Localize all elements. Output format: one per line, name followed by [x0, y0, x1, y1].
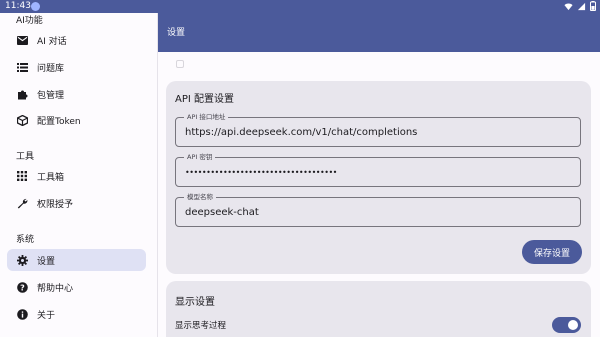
display-settings-card: 显示设置 显示思考过程 — [166, 281, 591, 337]
save-settings-button[interactable]: 保存设置 — [522, 240, 582, 264]
nav-item-question-bank[interactable]: 问题库 — [7, 56, 146, 78]
status-time: 11:43 — [5, 1, 31, 11]
puzzle-icon — [16, 88, 28, 100]
wifi-icon — [564, 3, 573, 10]
help-icon: ? — [16, 281, 28, 293]
nav-item-label: 工具箱 — [37, 172, 65, 183]
nav-item-about[interactable]: 关于 — [7, 303, 146, 325]
grid-icon — [16, 170, 28, 182]
nav-item-label: 权限授予 — [37, 199, 74, 210]
toggle-knob — [568, 320, 578, 330]
notification-icon — [31, 2, 40, 11]
cube-icon — [16, 114, 28, 126]
nav-item-label: 包管理 — [37, 90, 65, 101]
show-thinking-label: 显示思考过程 — [175, 321, 227, 331]
navigation-drawer: AI功能 AI 对话 问题库 包管理 配置Token 工具 工具箱 权限授予 系… — [0, 0, 158, 337]
nav-item-label: AI 对话 — [37, 36, 67, 47]
nav-item-label: 帮助中心 — [37, 283, 74, 294]
nav-item-label: 设置 — [37, 256, 56, 267]
section-title-system: 系统 — [16, 235, 35, 245]
info-icon — [16, 308, 28, 320]
api-key-label: API 密钥 — [184, 153, 216, 162]
list-icon — [16, 61, 28, 73]
nav-item-label: 关于 — [37, 310, 56, 321]
nav-item-settings[interactable]: 设置 — [7, 249, 146, 271]
status-icons — [564, 1, 596, 11]
wrench-icon — [16, 197, 28, 209]
nav-item-permissions[interactable]: 权限授予 — [7, 192, 146, 214]
model-name-value: deepseek-chat — [185, 207, 259, 218]
placeholder-box — [176, 60, 184, 68]
mail-icon — [16, 34, 28, 46]
section-title-tools: 工具 — [16, 152, 35, 162]
nav-item-label: 配置Token — [37, 116, 81, 127]
svg-text:?: ? — [20, 283, 25, 292]
nav-item-ai-chat[interactable]: AI 对话 — [7, 29, 146, 51]
display-card-title: 显示设置 — [175, 297, 215, 308]
nav-item-package-manager[interactable]: 包管理 — [7, 83, 146, 105]
nav-item-label: 问题库 — [37, 63, 65, 74]
api-key-value: •••••••••••••••••••••••••••••••••••• — [185, 168, 337, 177]
model-name-label: 模型名称 — [184, 193, 216, 202]
api-url-value: https://api.deepseek.com/v1/chat/complet… — [185, 127, 418, 138]
nav-item-toolbox[interactable]: 工具箱 — [7, 165, 146, 187]
api-url-label: API 接口地址 — [184, 113, 229, 122]
battery-icon — [590, 1, 596, 11]
nav-item-help-center[interactable]: ? 帮助中心 — [7, 276, 146, 298]
show-thinking-toggle[interactable] — [552, 317, 581, 333]
status-bar: 11:43 — [0, 0, 600, 13]
section-title-ai: AI功能 — [16, 16, 43, 26]
top-app-bar: 设置 — [158, 13, 600, 52]
api-card-title: API 配置设置 — [175, 94, 234, 105]
model-name-field[interactable]: 模型名称 deepseek-chat — [175, 193, 581, 227]
nav-item-config-token[interactable]: 配置Token — [7, 109, 146, 131]
settings-content: API 配置设置 API 接口地址 https://api.deepseek.c… — [158, 52, 600, 337]
gear-icon — [16, 254, 28, 266]
page-title: 设置 — [167, 28, 186, 38]
api-key-field[interactable]: API 密钥 •••••••••••••••••••••••••••••••••… — [175, 153, 581, 187]
api-url-field[interactable]: API 接口地址 https://api.deepseek.com/v1/cha… — [175, 113, 581, 147]
api-config-card: API 配置设置 API 接口地址 https://api.deepseek.c… — [166, 81, 591, 274]
signal-icon — [577, 2, 586, 10]
